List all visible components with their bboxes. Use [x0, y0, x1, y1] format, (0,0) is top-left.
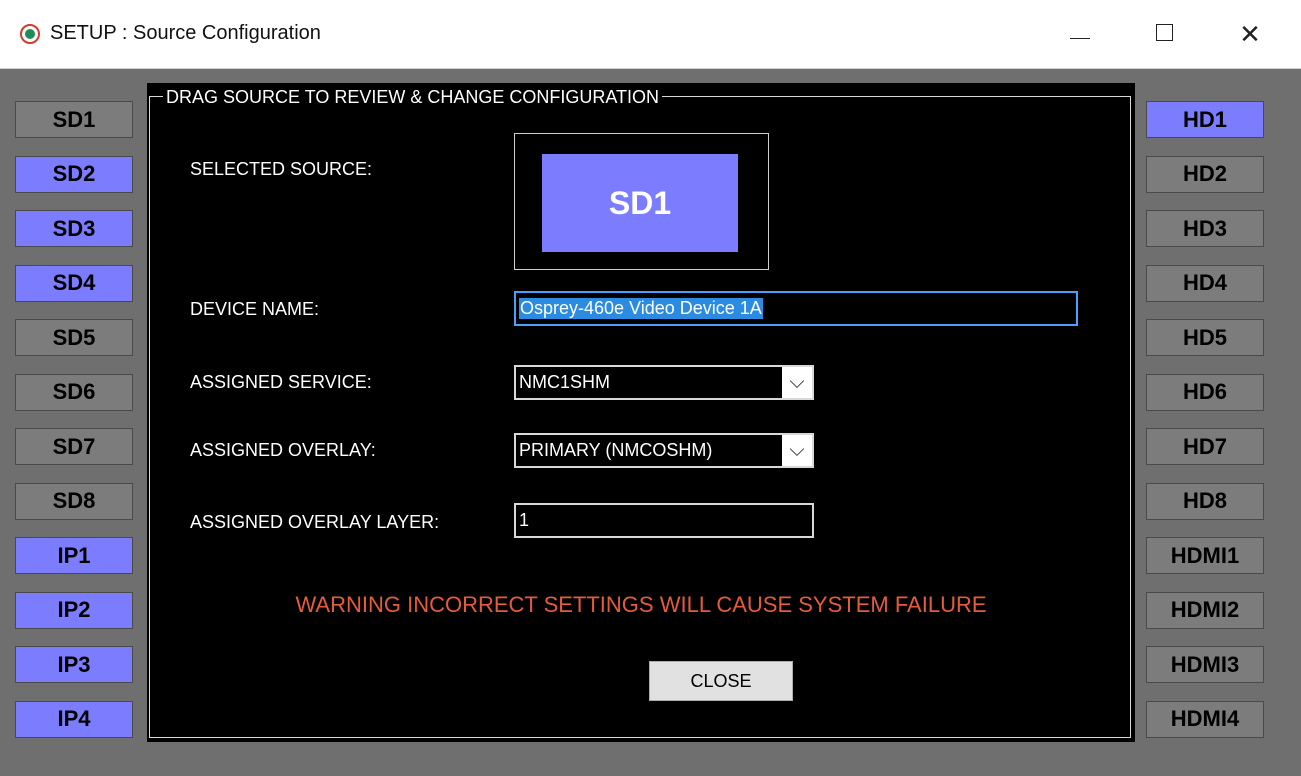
window-title: SETUP : Source Configuration: [50, 22, 321, 44]
selected-source-label: SELECTED SOURCE:: [190, 159, 373, 179]
source-button-hdmi3[interactable]: HDMI3: [1146, 646, 1264, 683]
maximize-button[interactable]: [1135, 0, 1195, 68]
assigned-overlay-select[interactable]: PRIMARY (NMCOSHM) ⌵: [514, 433, 814, 468]
source-button-hd8[interactable]: HD8: [1146, 482, 1264, 520]
source-button-hd5[interactable]: HD5: [1146, 319, 1264, 356]
warning-message: WARNING INCORRECT SETTINGS WILL CAUSE SY…: [295, 592, 987, 617]
source-button-sd5[interactable]: SD5: [15, 319, 133, 356]
source-button-sd2[interactable]: SD2: [15, 155, 133, 193]
source-button-ip2[interactable]: IP2: [15, 591, 133, 629]
source-button-sd6[interactable]: SD6: [15, 373, 133, 411]
source-button-sd1[interactable]: SD1: [15, 101, 133, 138]
overlay-layer-value: 1: [519, 510, 530, 530]
minimize-button[interactable]: [1050, 0, 1110, 68]
close-window-button[interactable]: ✕: [1220, 0, 1280, 68]
assigned-service-label: ASSIGNED SERVICE:: [190, 372, 372, 392]
source-button-hd7[interactable]: HD7: [1146, 428, 1264, 465]
source-button-ip3[interactable]: IP3: [15, 646, 133, 683]
selected-source-dropzone[interactable]: SD1: [514, 133, 769, 270]
source-button-ip4[interactable]: IP4: [15, 700, 133, 738]
source-button-hd4[interactable]: HD4: [1146, 264, 1264, 302]
source-button-hd6[interactable]: HD6: [1146, 373, 1264, 411]
device-name-label: DEVICE NAME:: [190, 299, 320, 319]
selected-source-tile[interactable]: SD1: [542, 154, 738, 252]
configuration-panel: DRAG SOURCE TO REVIEW & CHANGE CONFIGURA…: [147, 83, 1135, 742]
assigned-overlay-value: PRIMARY (NMCOSHM): [519, 440, 713, 460]
device-name-input[interactable]: Osprey-460e Video Device 1A: [514, 291, 1078, 326]
source-button-sd4[interactable]: SD4: [15, 264, 133, 302]
source-button-hd2[interactable]: HD2: [1146, 155, 1264, 193]
assigned-overlay-label: ASSIGNED OVERLAY:: [190, 440, 376, 460]
source-button-hd3[interactable]: HD3: [1146, 210, 1264, 247]
chevron-down-icon[interactable]: ⌵: [782, 367, 812, 398]
source-button-sd7[interactable]: SD7: [15, 428, 133, 465]
source-button-hdmi1[interactable]: HDMI1: [1146, 537, 1264, 574]
source-button-hdmi4[interactable]: HDMI4: [1146, 700, 1264, 738]
assigned-service-value: NMC1SHM: [519, 372, 611, 392]
overlay-layer-input[interactable]: 1: [514, 503, 814, 538]
source-button-sd8[interactable]: SD8: [15, 482, 133, 520]
app-logo-icon: [20, 24, 40, 44]
chevron-down-icon[interactable]: ⌵: [782, 435, 812, 466]
source-button-ip1[interactable]: IP1: [15, 537, 133, 574]
device-name-value: Osprey-460e Video Device 1A: [519, 298, 763, 319]
title-bar: SETUP : Source Configuration ✕: [0, 0, 1301, 69]
assigned-service-select[interactable]: NMC1SHM ⌵: [514, 365, 814, 400]
resize-grip-icon[interactable]: [1283, 758, 1295, 770]
overlay-layer-label: ASSIGNED OVERLAY LAYER:: [190, 512, 440, 532]
source-button-hd1[interactable]: HD1: [1146, 101, 1264, 138]
source-button-sd3[interactable]: SD3: [15, 210, 133, 247]
panel-legend: DRAG SOURCE TO REVIEW & CHANGE CONFIGURA…: [163, 87, 663, 107]
close-button[interactable]: CLOSE: [649, 661, 793, 701]
source-button-hdmi2[interactable]: HDMI2: [1146, 591, 1264, 629]
